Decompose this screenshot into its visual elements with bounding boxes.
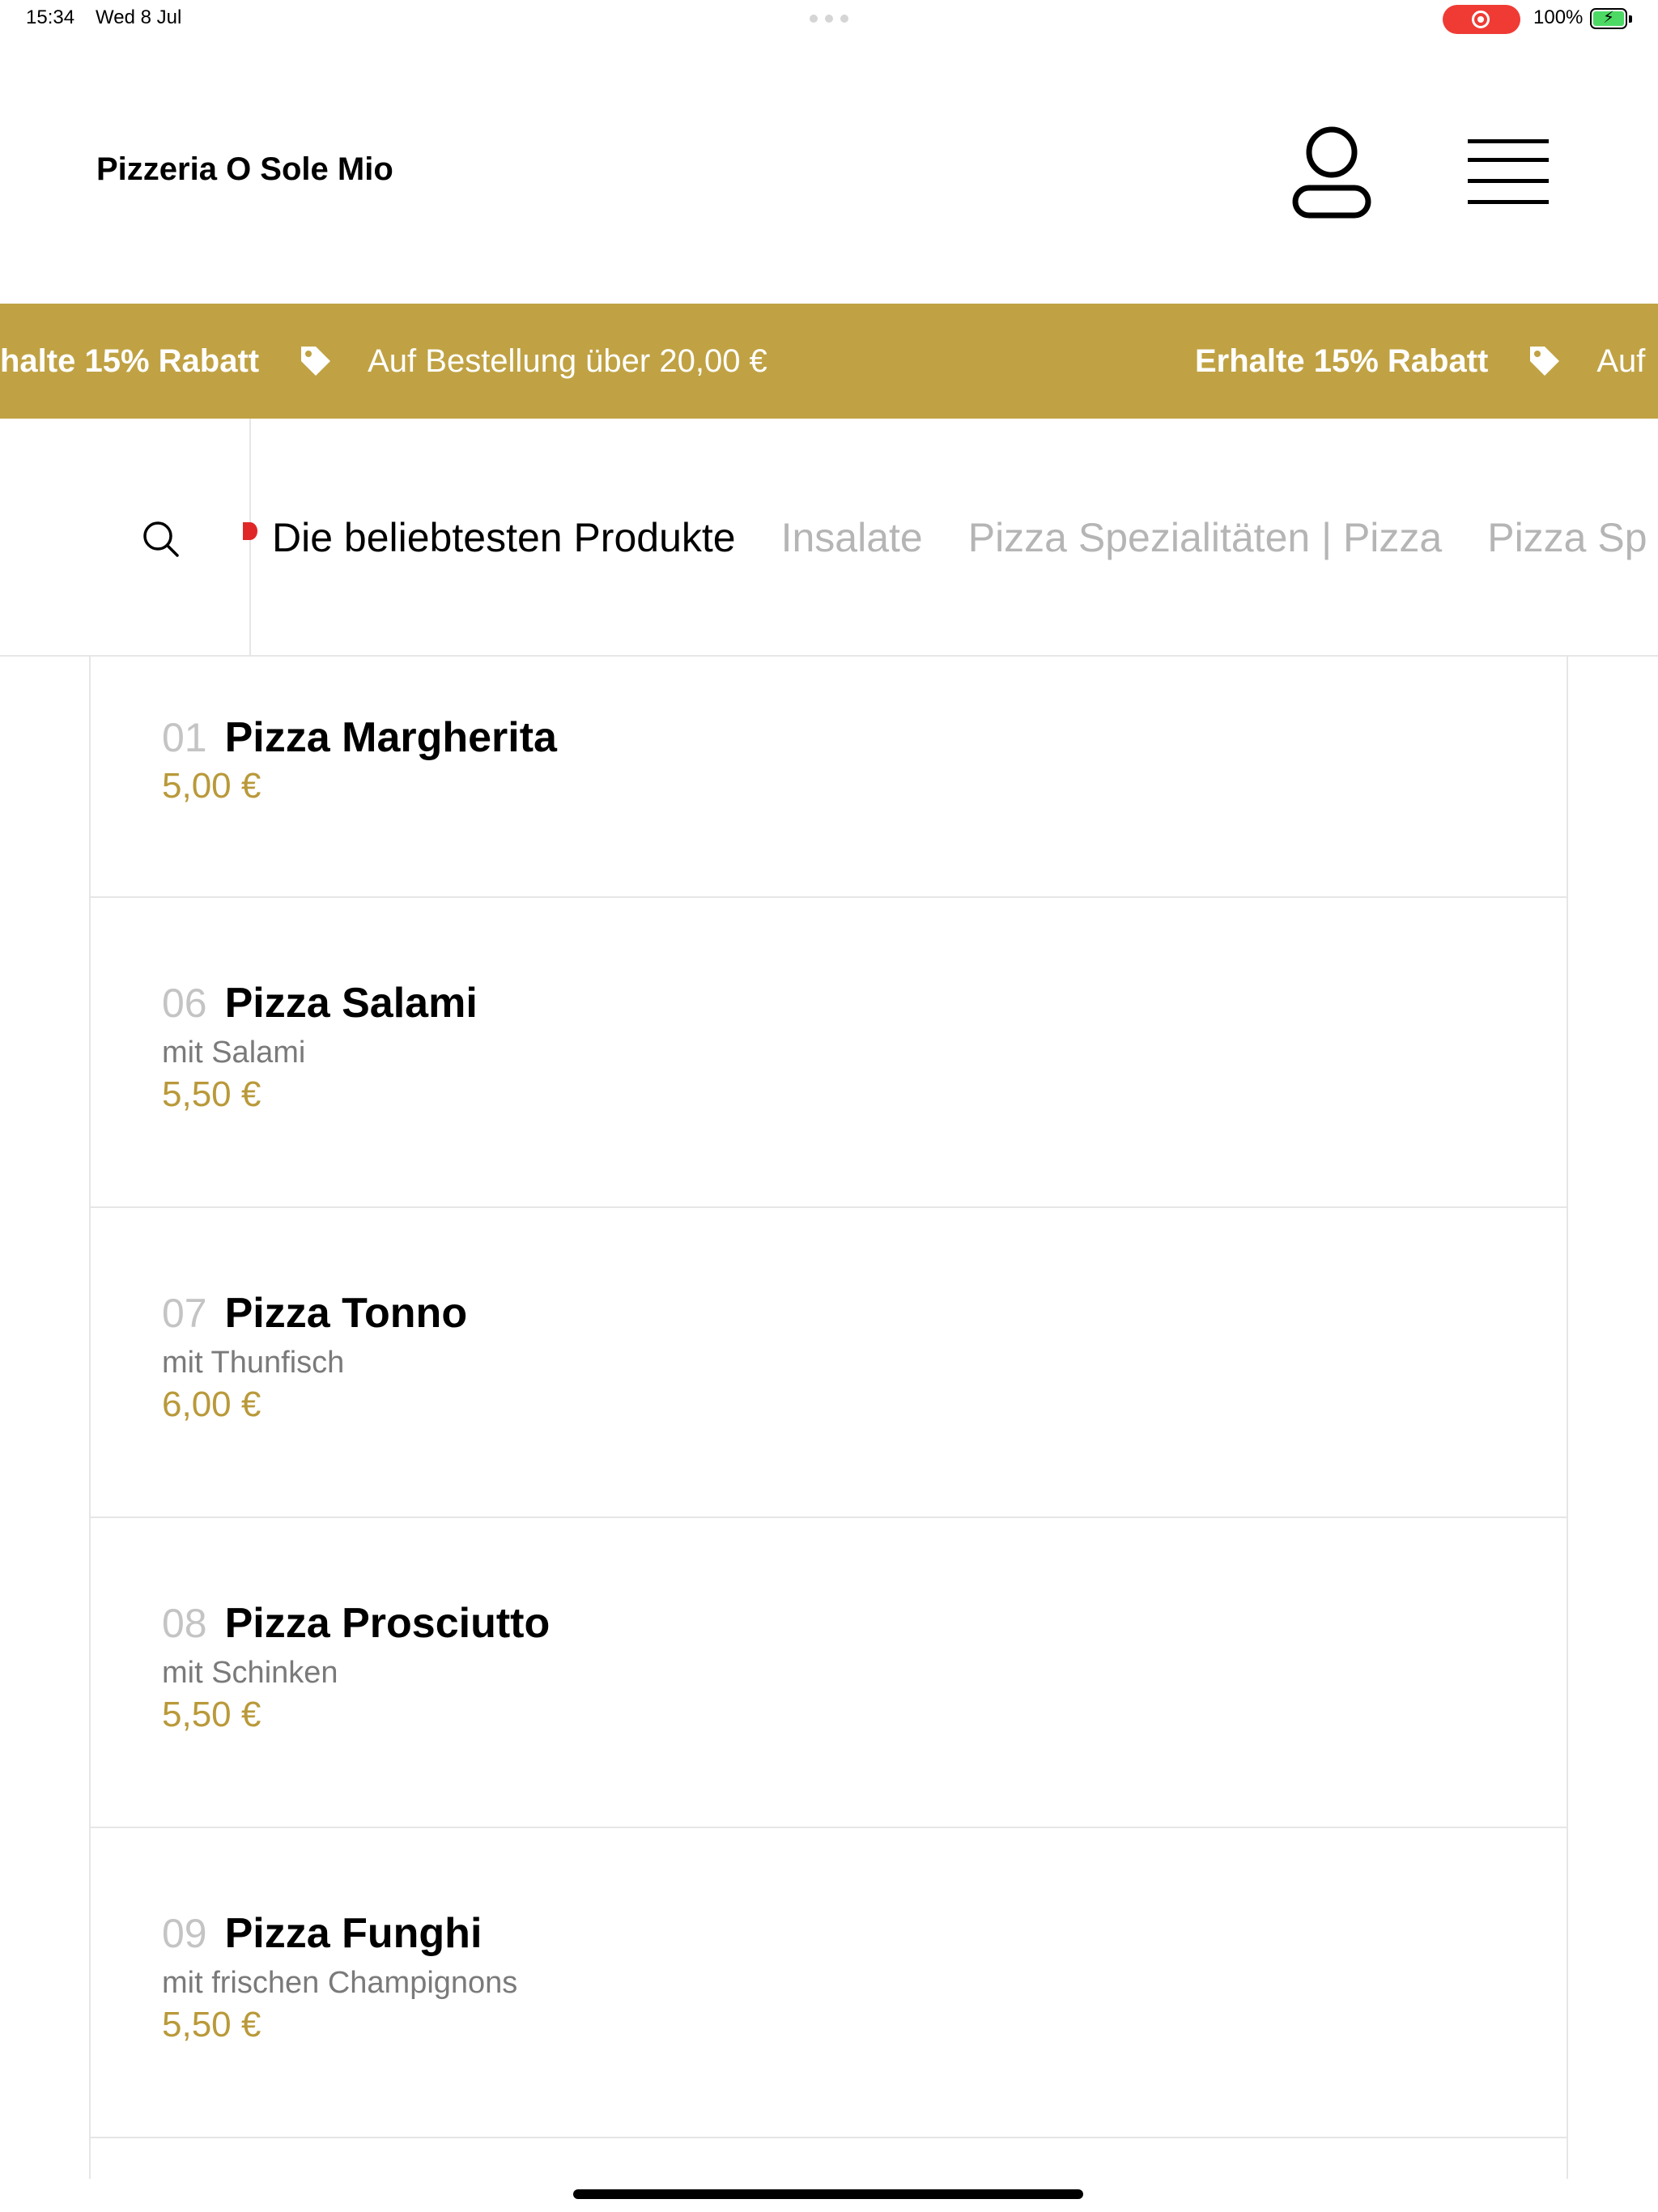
product-price: 6,00 € [162,1385,261,1424]
product-description: mit Salami [162,1036,306,1070]
hamburger-menu-icon [1468,139,1549,204]
category-nav: Die beliebtesten Produkte Insalate Pizza… [0,419,1658,657]
promo-segment: halte 15% Rabatt Auf Bestellung über 20,… [0,304,767,419]
product-item[interactable]: 06 Pizza Salami mit Salami 5,50 € [91,898,1567,1208]
battery-charging-icon: ⚡ [1590,8,1632,29]
main-menu-button[interactable] [1461,134,1554,215]
promo-discount: Erhalte 15% Rabatt [1195,342,1489,379]
product-number: 08 [162,1601,207,1646]
promo-banner: halte 15% Rabatt Auf Bestellung über 20,… [0,304,1658,419]
product-item[interactable]: 08 Pizza Prosciutto mit Schinken 5,50 € [91,1518,1567,1828]
restaurant-name: Pizzeria O Sole Mio [96,151,393,187]
tag-icon [301,347,331,376]
product-name: Pizza Tonno [224,1290,468,1337]
promo-condition: Auf [1596,342,1646,379]
tab-pizza-spezialitaeten[interactable]: Pizza Spezialitäten | Pizza [968,514,1443,561]
product-description: mit Schinken [162,1656,338,1690]
tab-insalate[interactable]: Insalate [781,514,923,561]
status-date: Wed 8 Jul [96,6,182,28]
promo-discount: halte 15% Rabatt [0,342,260,379]
screen-recording-icon[interactable] [1443,5,1520,34]
product-price: 5,00 € [162,766,261,806]
product-number: 01 [162,715,207,760]
product-name: Pizza Prosciutto [224,1600,551,1647]
product-price: 5,50 € [162,2005,261,2044]
product-item[interactable]: 01 Pizza Margherita 5,00 € [91,657,1567,898]
app-header: Pizzeria O Sole Mio [0,40,1658,304]
product-name: Pizza Funghi [224,1910,483,1957]
battery-percentage: 100% [1533,6,1584,28]
account-button[interactable] [1287,121,1376,223]
status-bar: 15:34 Wed 8 Jul 100% ⚡ [0,0,1658,40]
product-name: Pizza Margherita [224,714,557,761]
product-list: 01 Pizza Margherita 5,00 € 06 Pizza Sala… [89,657,1568,2179]
product-item[interactable]: 07 Pizza Tonno mit Thunfisch 6,00 € [91,1208,1567,1518]
home-indicator[interactable] [573,2189,1083,2199]
product-number: 09 [162,1911,207,1956]
product-price: 5,50 € [162,1074,261,1114]
user-icon [1292,126,1371,219]
category-tabs: Die beliebtesten Produkte Insalate Pizza… [272,419,1658,655]
product-description: mit frischen Champignons [162,1966,518,2000]
product-price: 5,50 € [162,1695,261,1734]
product-number: 06 [162,981,207,1026]
product-description: mit Thunfisch [162,1346,345,1380]
search-icon [143,521,179,557]
tab-die-beliebtesten-produkte[interactable]: Die beliebtesten Produkte [272,514,736,561]
product-name: Pizza Salami [224,980,478,1027]
product-number: 07 [162,1291,207,1336]
active-category-indicator [243,522,257,540]
product-item[interactable]: 09 Pizza Funghi mit frischen Champignons… [91,1828,1567,2138]
tab-pizza-partial[interactable]: Pizza Sp [1487,514,1647,561]
status-time: 15:34 [26,6,75,28]
promo-condition: Auf Bestellung über 20,00 € [368,342,767,379]
multitasking-dots-icon[interactable] [810,15,848,23]
tag-icon [1530,347,1560,376]
promo-segment: Erhalte 15% Rabatt Auf [1195,304,1645,419]
search-button[interactable] [0,419,251,655]
